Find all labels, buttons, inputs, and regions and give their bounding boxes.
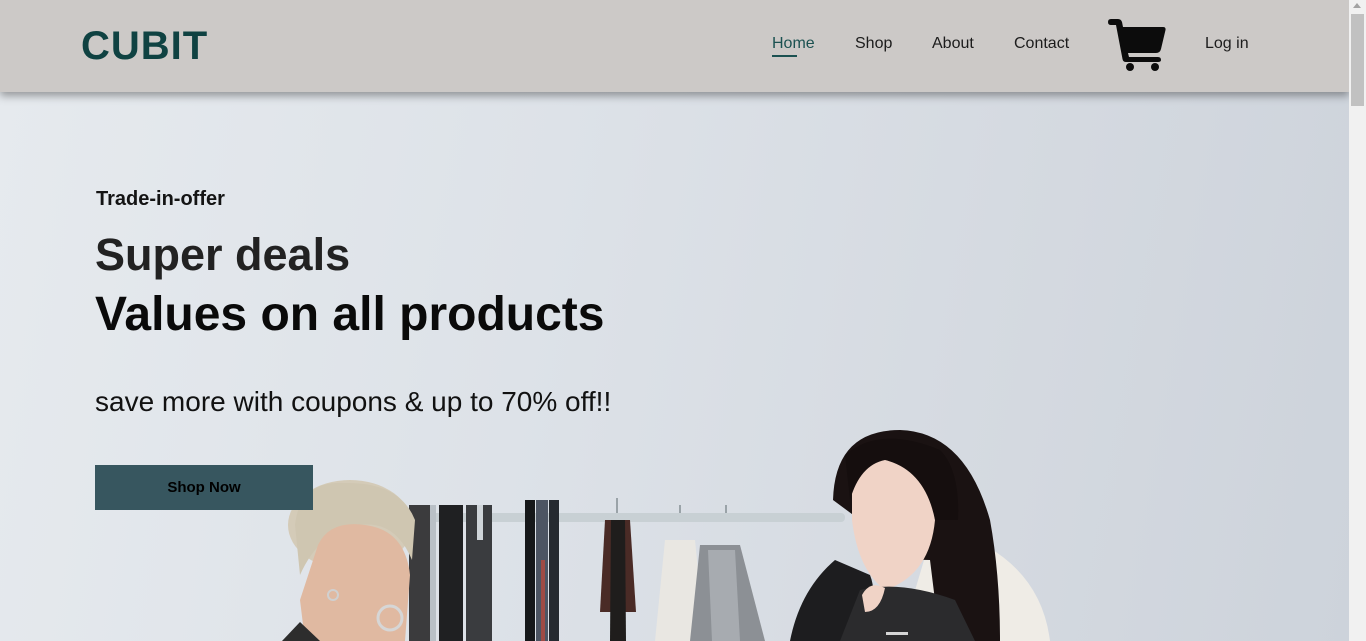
nav-link-about[interactable]: About	[932, 34, 974, 54]
hanger-hooks	[616, 498, 727, 513]
site-header: CUBIT Home Shop About Contact Log in	[0, 0, 1349, 92]
nav-active-underline	[772, 55, 797, 57]
shopping-cart-icon[interactable]	[1108, 19, 1166, 71]
page: CUBIT Home Shop About Contact Log in Tra…	[0, 0, 1349, 641]
login-link[interactable]: Log in	[1205, 34, 1249, 54]
woman-right-figure	[790, 430, 1050, 641]
nav-link-home[interactable]: Home	[772, 34, 815, 54]
nav-link-shop[interactable]: Shop	[855, 34, 892, 54]
brand-logo[interactable]: CUBIT	[81, 24, 208, 68]
scroll-up-arrow-icon[interactable]	[1353, 3, 1361, 8]
hero-background-image	[282, 430, 1050, 641]
nav-link-contact[interactable]: Contact	[1014, 34, 1069, 54]
scrollbar-thumb[interactable]	[1351, 14, 1364, 106]
shop-now-button[interactable]: Shop Now	[95, 465, 313, 510]
